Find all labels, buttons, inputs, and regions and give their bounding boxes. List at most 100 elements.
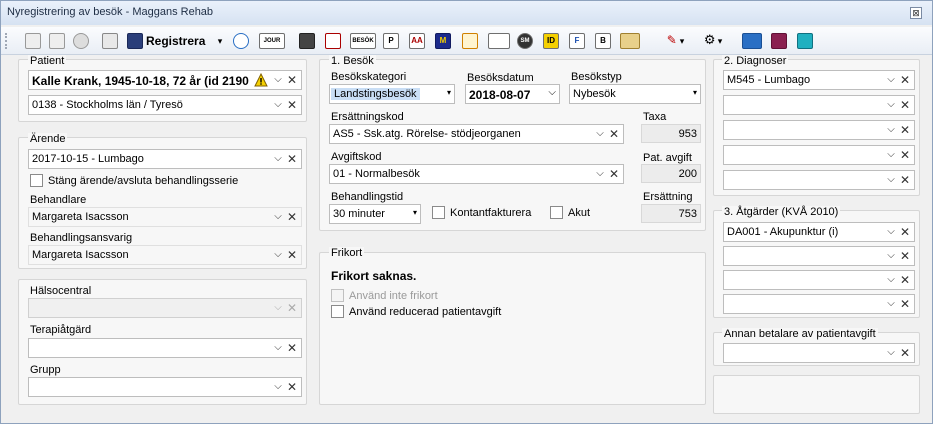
b-icon[interactable]: B (593, 32, 613, 50)
toolbar: Registrera ▾ JOUR BESÖK P AA M SM ID F B… (1, 27, 932, 55)
datum-picker[interactable]: 2018-08-07 ⌵ (465, 84, 560, 104)
clear-icon[interactable]: ✕ (286, 380, 298, 394)
diagnosis-field-5[interactable]: ⌵ ✕ (723, 170, 915, 190)
card-icon[interactable] (487, 32, 511, 50)
clear-icon[interactable]: ✕ (899, 346, 911, 360)
terapi-field[interactable]: ⌵ ✕ (28, 338, 302, 358)
akut-checkbox[interactable] (550, 206, 563, 219)
refresh-icon[interactable] (231, 32, 251, 50)
diagnosis-field-1[interactable]: M545 - Lumbago ⌵ ✕ (723, 70, 915, 90)
chevron-down-icon[interactable]: ⌵ (885, 148, 897, 162)
chevron-down-icon[interactable]: ⌵ (272, 380, 284, 394)
print-icon[interactable] (99, 32, 121, 50)
procedure-field-4[interactable]: ⌵ ✕ (723, 294, 915, 314)
clear-icon[interactable]: ✕ (286, 73, 298, 87)
toolbar-grip[interactable] (5, 33, 9, 49)
chevron-down-icon[interactable]: ⌵ (272, 210, 284, 224)
other-payer-group: Annan betalare av patientavgift ⌵ ✕ (713, 328, 920, 366)
paste-icon[interactable] (47, 32, 67, 50)
clear-icon[interactable]: ✕ (286, 248, 298, 262)
payment-icon[interactable] (741, 32, 763, 50)
chevron-down-icon[interactable]: ⌵ (885, 297, 897, 311)
municipality-field[interactable]: 0138 - Stockholms län / Tyresö ⌵ ✕ (28, 95, 302, 115)
book-icon[interactable] (769, 32, 789, 50)
briefcase-icon[interactable] (297, 32, 317, 50)
ersattningskod-field[interactable]: AS5 - Ssk.atg. Rörelse- stödjeorganen ⌵ … (329, 124, 624, 144)
clear-icon[interactable]: ✕ (899, 73, 911, 87)
settings-icon[interactable]: ⚙ ▾ (697, 32, 727, 50)
lightning-icon[interactable] (459, 32, 481, 50)
chevron-down-icon[interactable]: ⌵ (272, 152, 284, 166)
map-icon[interactable] (619, 32, 641, 50)
close-case-checkbox[interactable] (30, 174, 43, 187)
p-icon[interactable]: P (381, 32, 401, 50)
close-case-label: Stäng ärende/avsluta behandlingsserie (48, 175, 239, 187)
behandlingstid-select[interactable]: 30 minuter ▾ (329, 204, 421, 224)
register-button[interactable]: Registrera (127, 32, 207, 50)
chevron-down-icon[interactable]: ⌵ (594, 127, 606, 141)
anvand-inte-frikort-checkbox[interactable] (331, 289, 344, 302)
clear-icon[interactable]: ✕ (608, 167, 620, 181)
diagnosis-field-3[interactable]: ⌵ ✕ (723, 120, 915, 140)
clear-icon[interactable]: ✕ (899, 173, 911, 187)
kategori-value: Landstingsbesök (331, 88, 420, 100)
clear-icon[interactable]: ✕ (899, 273, 911, 287)
chevron-down-icon[interactable]: ⌵ (885, 98, 897, 112)
clear-icon[interactable]: ✕ (286, 341, 298, 355)
case-field[interactable]: 2017-10-15 - Lumbago ⌵ ✕ (28, 149, 302, 169)
chevron-down-icon[interactable]: ⌵ (885, 73, 897, 87)
clear-icon[interactable]: ✕ (608, 127, 620, 141)
clear-icon[interactable]: ✕ (899, 98, 911, 112)
edit-icon[interactable] (323, 32, 343, 50)
clear-icon[interactable]: ✕ (286, 210, 298, 224)
chevron-down-icon[interactable]: ⌵ (885, 173, 897, 187)
id-icon[interactable]: ID (541, 32, 561, 50)
sm-icon[interactable]: SM (515, 32, 535, 50)
chevron-down-icon[interactable]: ⌵ (272, 98, 284, 112)
chevron-down-icon[interactable]: ⌵ (272, 73, 284, 87)
behandlare-field[interactable]: Margareta Isacsson ⌵ ✕ (28, 207, 302, 227)
kontant-checkbox[interactable] (432, 206, 445, 219)
frikort-group-title: Frikort (329, 247, 365, 259)
besok-icon[interactable]: BESÖK (349, 32, 377, 50)
chevron-down-icon[interactable]: ⌵ (885, 123, 897, 137)
other-payer-field[interactable]: ⌵ ✕ (723, 343, 915, 363)
chevron-down-icon[interactable]: ⌵ (272, 248, 284, 262)
chevron-down-icon[interactable]: ⌵ (885, 249, 897, 263)
cancel-icon[interactable] (71, 32, 91, 50)
diagnosis-field-2[interactable]: ⌵ ✕ (723, 95, 915, 115)
clear-icon[interactable]: ✕ (899, 225, 911, 239)
procedure-field-3[interactable]: ⌵ ✕ (723, 270, 915, 290)
chevron-down-icon[interactable]: ⌵ (548, 87, 556, 98)
aa-icon[interactable]: AA (407, 32, 427, 50)
document-icon[interactable] (795, 32, 815, 50)
typ-select[interactable]: Nybesök ▾ (569, 84, 701, 104)
clear-icon[interactable]: ✕ (899, 249, 911, 263)
clear-icon[interactable]: ✕ (899, 123, 911, 137)
journal-icon[interactable]: JOUR (257, 32, 287, 50)
grupp-field[interactable]: ⌵ ✕ (28, 377, 302, 397)
chevron-down-icon[interactable]: ⌵ (885, 346, 897, 360)
diagnosis-field-4[interactable]: ⌵ ✕ (723, 145, 915, 165)
pen-icon[interactable]: ✎ ▾ (661, 32, 687, 50)
avgiftskod-field[interactable]: 01 - Normalbesök ⌵ ✕ (329, 164, 624, 184)
procedure-field-1[interactable]: DA001 - Akupunktur (i) ⌵ ✕ (723, 222, 915, 242)
clear-icon[interactable]: ✕ (899, 148, 911, 162)
kategori-select[interactable]: Landstingsbesök ▾ (329, 84, 455, 104)
copy-icon[interactable] (23, 32, 43, 50)
procedure-field-2[interactable]: ⌵ ✕ (723, 246, 915, 266)
clear-icon[interactable]: ✕ (899, 297, 911, 311)
clear-icon[interactable]: ✕ (286, 98, 298, 112)
clear-icon[interactable]: ✕ (286, 152, 298, 166)
chevron-down-icon[interactable]: ⌵ (594, 167, 606, 181)
m-icon[interactable]: M (433, 32, 453, 50)
fd-icon[interactable]: F (567, 32, 587, 50)
register-dropdown-button[interactable]: ▾ (213, 32, 227, 50)
chevron-down-icon[interactable]: ⌵ (885, 273, 897, 287)
reducerad-checkbox[interactable] (331, 305, 344, 318)
chevron-down-icon[interactable]: ⌵ (272, 341, 284, 355)
close-window-button[interactable]: ⊠ (910, 7, 922, 19)
ansvarig-field[interactable]: Margareta Isacsson ⌵ ✕ (28, 245, 302, 265)
chevron-down-icon[interactable]: ⌵ (885, 225, 897, 239)
patient-field[interactable]: Kalle Krank, 1945-10-18, 72 år (id 2190 … (28, 70, 302, 90)
